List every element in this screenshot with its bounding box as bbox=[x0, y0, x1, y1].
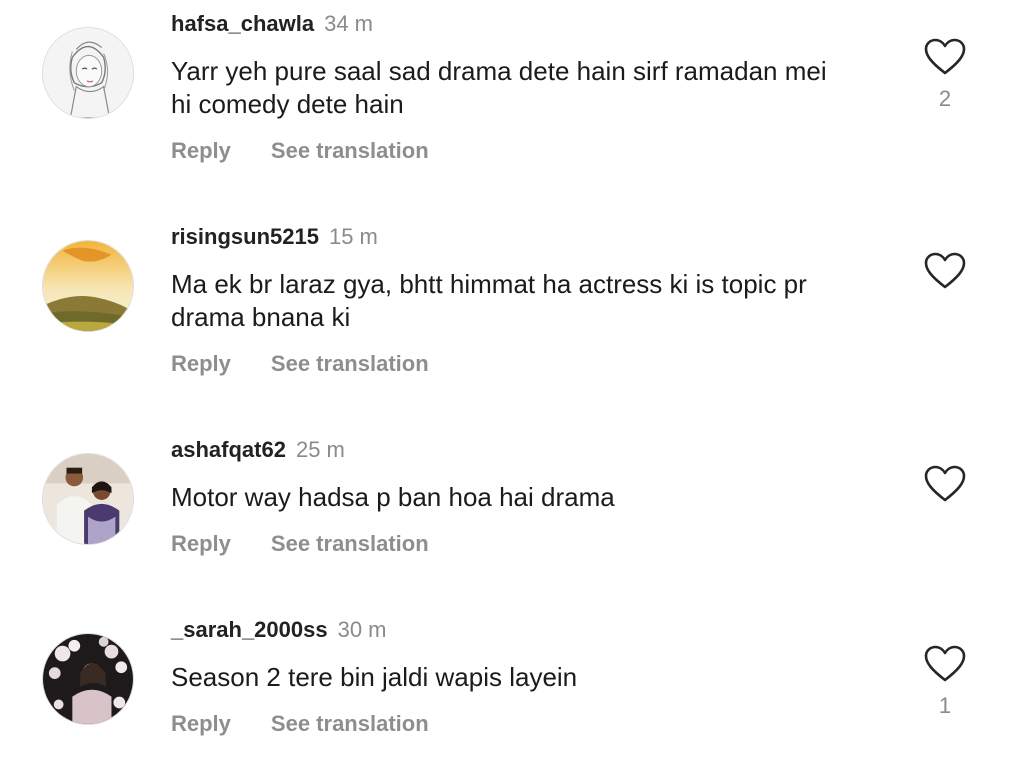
like-count bbox=[918, 513, 972, 539]
flowers-photo-avatar bbox=[43, 634, 133, 724]
avatar[interactable] bbox=[42, 633, 134, 725]
like-count: 1 bbox=[938, 693, 952, 718]
heart-icon[interactable] bbox=[924, 645, 966, 683]
comment-text-line: Ma ek br laraz gya, bhtt himmat ha actre… bbox=[171, 269, 807, 299]
sunset-landscape-avatar bbox=[43, 241, 133, 331]
comment-time: 34 m bbox=[324, 11, 373, 36]
comment-username[interactable]: _sarah_2000ss bbox=[171, 617, 328, 642]
comment-time: 15 m bbox=[328, 224, 378, 249]
comment-text: Motor way hadsa p ban hoa hai drama bbox=[171, 481, 891, 514]
comment-text: Yarr yeh pure saal sad drama dete hain s… bbox=[171, 55, 891, 121]
comment-text-line: Yarr yeh pure saal sad drama dete hain s… bbox=[171, 56, 827, 86]
comment-text: Season 2 tere bin jaldi wapis layein bbox=[171, 661, 891, 694]
see-translation-button[interactable]: See translation bbox=[271, 138, 429, 163]
comment-text-line: hi comedy dete hain bbox=[171, 89, 404, 119]
like-count bbox=[918, 300, 972, 326]
comment-text-line: drama bnana ki bbox=[171, 302, 351, 332]
see-translation-button[interactable]: See translation bbox=[271, 711, 429, 736]
comment-username[interactable]: ashafqat62 bbox=[171, 437, 286, 462]
avatar[interactable] bbox=[42, 240, 134, 332]
avatar[interactable] bbox=[42, 453, 134, 545]
like-count: 2 bbox=[938, 86, 952, 111]
comment-username[interactable]: risingsun5215 bbox=[171, 224, 319, 249]
comment-username[interactable]: hafsa_chawla bbox=[171, 11, 314, 36]
see-translation-button[interactable]: See translation bbox=[271, 351, 429, 376]
avatar[interactable] bbox=[42, 27, 134, 119]
comment-text: Ma ek br laraz gya, bhtt himmat ha actre… bbox=[171, 268, 891, 334]
see-translation-button[interactable]: See translation bbox=[271, 531, 429, 556]
comment-text-line: Season 2 tere bin jaldi wapis layein bbox=[171, 662, 578, 692]
reply-button[interactable]: Reply bbox=[171, 711, 231, 736]
heart-icon[interactable] bbox=[924, 38, 966, 76]
sketch-woman-avatar bbox=[43, 28, 133, 118]
comment-text-line: Motor way hadsa p ban hoa hai drama bbox=[171, 482, 615, 512]
heart-icon[interactable] bbox=[924, 252, 966, 290]
comment-time: 25 m bbox=[295, 437, 345, 462]
reply-button[interactable]: Reply bbox=[171, 138, 231, 163]
reply-button[interactable]: Reply bbox=[171, 351, 231, 376]
heart-icon[interactable] bbox=[924, 465, 966, 503]
comment-time: 30 m bbox=[337, 617, 387, 642]
couple-photo-avatar bbox=[43, 454, 133, 544]
reply-button[interactable]: Reply bbox=[171, 531, 231, 556]
